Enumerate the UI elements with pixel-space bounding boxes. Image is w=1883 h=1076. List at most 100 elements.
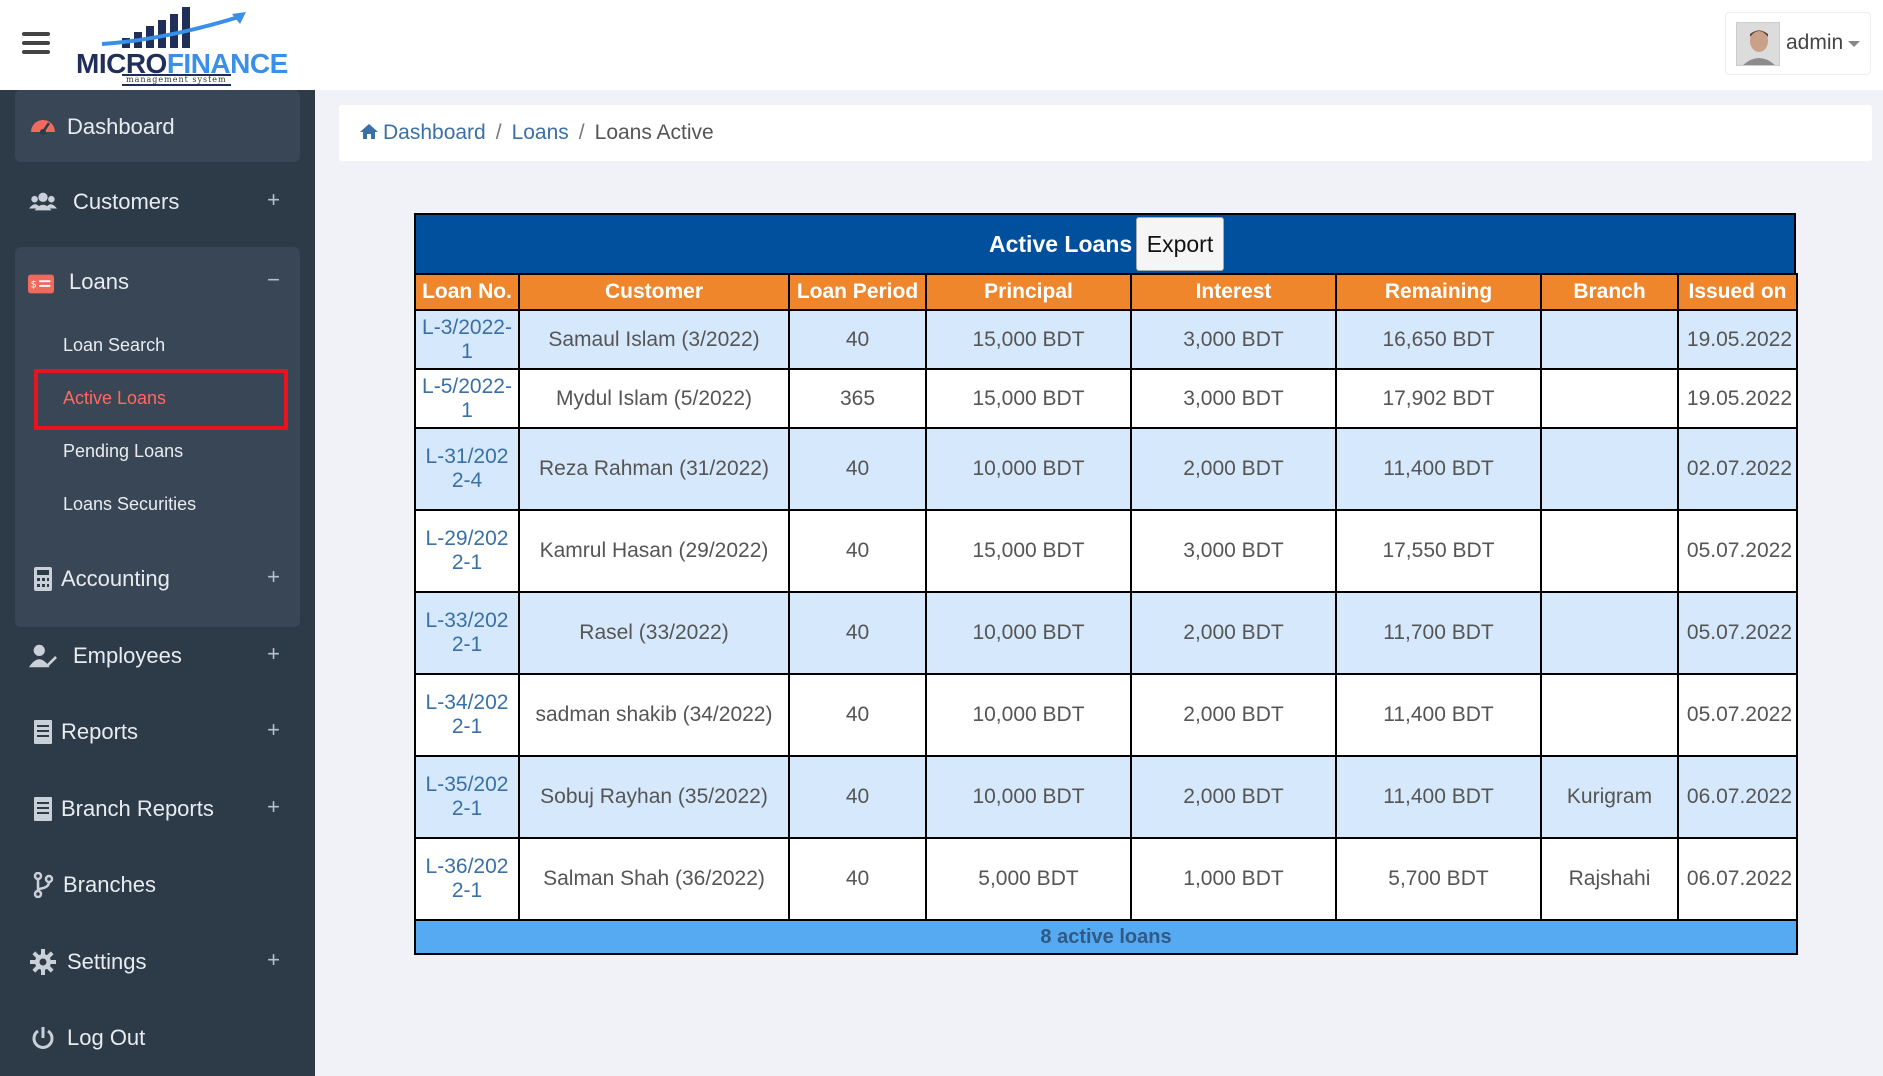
expand-icon: + — [267, 564, 280, 589]
remaining-cell: 11,400 BDT — [1335, 673, 1542, 757]
table-row[interactable]: L-33/2022-1 Rasel (33/2022) 40 10,000 BD… — [414, 591, 1798, 675]
issued-on-cell: 05.07.2022 — [1677, 591, 1798, 675]
principal-cell: 10,000 BDT — [925, 427, 1132, 511]
sidebar-item-label: Log Out — [67, 1025, 146, 1050]
table-header-row: Loan No. Customer Loan Period Principal … — [414, 273, 1798, 311]
export-button[interactable]: Export — [1136, 217, 1224, 271]
expand-icon: + — [267, 947, 280, 972]
code-branch-icon — [33, 872, 54, 898]
table-row[interactable]: L-29/2022-1 Kamrul Hasan (29/2022) 40 15… — [414, 509, 1798, 593]
loan-number-link[interactable]: L-5/2022-1 — [414, 368, 520, 429]
table-row[interactable]: L-35/2022-1 Sobuj Rayhan (35/2022) 40 10… — [414, 755, 1798, 839]
breadcrumb-loans[interactable]: Loans — [512, 121, 569, 144]
table-row[interactable]: L-36/2022-1 Salman Shah (36/2022) 40 5,0… — [414, 837, 1798, 921]
col-header-branch[interactable]: Branch — [1540, 273, 1679, 311]
issued-on-cell: 02.07.2022 — [1677, 427, 1798, 511]
col-header-customer[interactable]: Customer — [518, 273, 790, 311]
loan-period-cell: 40 — [788, 591, 927, 675]
customer-cell: Salman Shah (36/2022) — [518, 837, 790, 921]
dashboard-icon — [31, 120, 55, 135]
table-row[interactable]: L-3/2022-1 Samaul Islam (3/2022) 40 15,0… — [414, 309, 1798, 370]
principal-cell: 10,000 BDT — [925, 591, 1132, 675]
loan-number-link[interactable]: L-29/2022-1 — [414, 509, 520, 593]
col-header-loan-period[interactable]: Loan Period — [788, 273, 927, 311]
loan-number-link[interactable]: L-31/2022-4 — [414, 427, 520, 511]
menu-toggle-icon[interactable] — [22, 32, 50, 56]
col-header-interest[interactable]: Interest — [1130, 273, 1337, 311]
loan-number-link[interactable]: L-34/2022-1 — [414, 673, 520, 757]
top-bar: MICROFINANCE management system admin — [0, 0, 1883, 90]
sidebar-item-label: Branch Reports — [61, 796, 214, 821]
sidebar-item-reports[interactable]: Reports + — [15, 697, 300, 767]
col-header-remaining[interactable]: Remaining — [1335, 273, 1542, 311]
logo-bars-icon — [101, 7, 246, 48]
remaining-cell: 17,550 BDT — [1335, 509, 1542, 593]
interest-cell: 2,000 BDT — [1130, 755, 1337, 839]
expand-icon: + — [267, 187, 280, 212]
principal-cell: 10,000 BDT — [925, 673, 1132, 757]
sidebar-item-logout[interactable]: Log Out — [15, 1003, 300, 1073]
table-title-bar: Active Loans Export — [414, 213, 1796, 273]
expand-icon: + — [267, 717, 280, 742]
interest-cell: 3,000 BDT — [1130, 509, 1337, 593]
sidebar-subitem-active-loans[interactable]: Active Loans — [63, 388, 166, 409]
sidebar-item-branches[interactable]: Branches — [15, 850, 300, 920]
report-icon — [34, 797, 52, 821]
sidebar-item-employees[interactable]: Employees + — [15, 621, 300, 691]
active-loans-table: Active Loans Export Loan No. Customer Lo… — [414, 213, 1798, 955]
table-row[interactable]: L-31/2022-4 Reza Rahman (31/2022) 40 10,… — [414, 427, 1798, 511]
caret-down-icon — [1848, 41, 1860, 47]
loan-number-link[interactable]: L-36/2022-1 — [414, 837, 520, 921]
loan-period-cell: 40 — [788, 755, 927, 839]
loan-period-cell: 40 — [788, 309, 927, 370]
issued-on-cell: 05.07.2022 — [1677, 673, 1798, 757]
user-edit-icon — [29, 644, 57, 668]
sidebar-subitem-pending-loans[interactable]: Pending Loans — [63, 441, 183, 462]
sidebar-item-label: Branches — [63, 872, 156, 897]
sidebar-item-dashboard[interactable]: Dashboard — [15, 90, 300, 162]
sidebar-subitem-loan-search[interactable]: Loan Search — [63, 335, 165, 356]
sidebar-item-customers[interactable]: Customers + — [15, 167, 300, 237]
col-header-issued-on[interactable]: Issued on — [1677, 273, 1798, 311]
sidebar-item-branch-reports[interactable]: Branch Reports + — [15, 774, 300, 844]
sidebar-item-settings[interactable]: Settings + — [15, 927, 300, 997]
customer-cell: sadman shakib (34/2022) — [518, 673, 790, 757]
breadcrumb-dashboard[interactable]: Dashboard — [383, 121, 486, 144]
customer-cell: Kamrul Hasan (29/2022) — [518, 509, 790, 593]
table-row[interactable]: L-5/2022-1 Mydul Islam (5/2022) 365 15,0… — [414, 368, 1798, 429]
loan-number-link[interactable]: L-33/2022-1 — [414, 591, 520, 675]
issued-on-cell: 19.05.2022 — [1677, 368, 1798, 429]
col-header-principal[interactable]: Principal — [925, 273, 1132, 311]
breadcrumb-separator: / — [578, 121, 585, 144]
remaining-cell: 11,400 BDT — [1335, 755, 1542, 839]
customer-cell: Sobuj Rayhan (35/2022) — [518, 755, 790, 839]
interest-cell: 2,000 BDT — [1130, 591, 1337, 675]
customer-cell: Mydul Islam (5/2022) — [518, 368, 790, 429]
loan-number-link[interactable]: L-35/2022-1 — [414, 755, 520, 839]
branch-cell — [1540, 368, 1679, 429]
sidebar-subitem-loans-securities[interactable]: Loans Securities — [63, 494, 196, 515]
col-header-loan-no[interactable]: Loan No. — [414, 273, 520, 311]
branch-cell — [1540, 509, 1679, 593]
sidebar-item-loans[interactable]: $ Loans − — [15, 247, 300, 317]
branch-cell — [1540, 591, 1679, 675]
loan-number-link[interactable]: L-3/2022-1 — [414, 309, 520, 370]
branch-cell: Kurigram — [1540, 755, 1679, 839]
money-bill-icon: $ — [27, 274, 55, 294]
app-logo[interactable]: MICROFINANCE management system — [74, 4, 288, 86]
sidebar-item-accounting[interactable]: Accounting + — [15, 544, 300, 614]
expand-icon: + — [267, 794, 280, 819]
customer-cell: Rasel (33/2022) — [518, 591, 790, 675]
sidebar-item-label: Loans — [69, 269, 129, 294]
interest-cell: 2,000 BDT — [1130, 673, 1337, 757]
user-menu[interactable]: admin — [1725, 12, 1871, 75]
breadcrumb-current: Loans Active — [594, 121, 714, 144]
issued-on-cell: 06.07.2022 — [1677, 755, 1798, 839]
breadcrumb: Dashboard / Loans / Loans Active — [339, 105, 1872, 161]
logo-subtitle: management system — [122, 74, 231, 86]
report-icon — [34, 720, 52, 744]
issued-on-cell: 19.05.2022 — [1677, 309, 1798, 370]
branch-cell — [1540, 673, 1679, 757]
table-row[interactable]: L-34/2022-1 sadman shakib (34/2022) 40 1… — [414, 673, 1798, 757]
branch-cell — [1540, 309, 1679, 370]
